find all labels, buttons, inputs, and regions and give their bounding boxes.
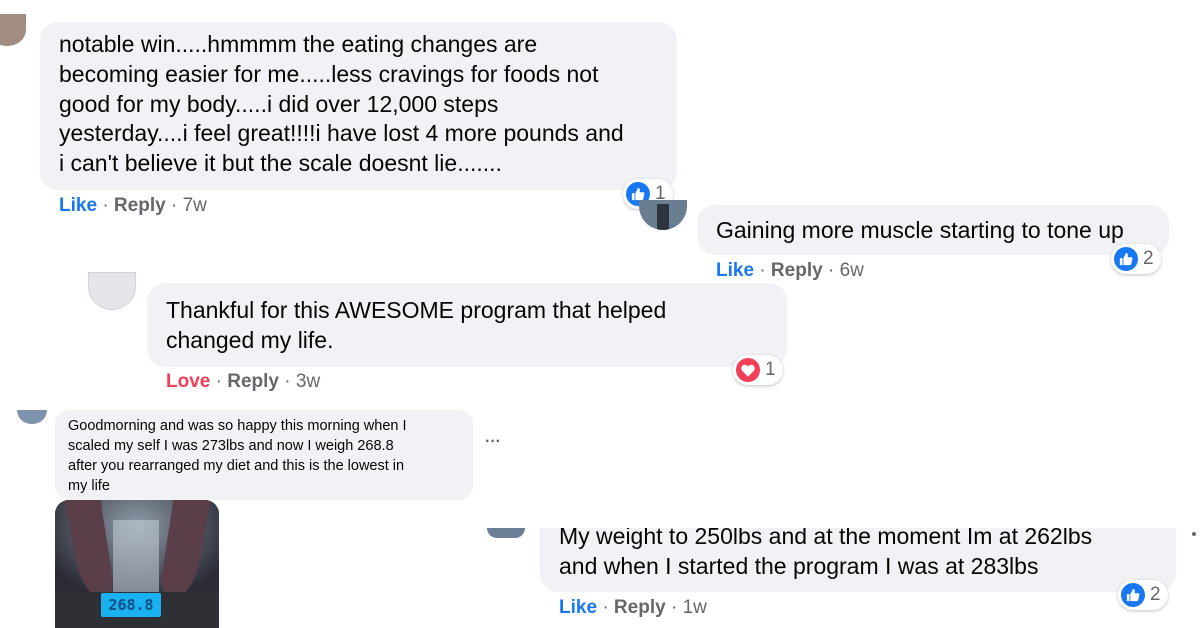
separator: ·	[284, 371, 296, 392]
like-button[interactable]: Like	[59, 195, 97, 216]
timestamp[interactable]: 6w	[840, 260, 864, 281]
more-options-button[interactable]	[1192, 532, 1196, 536]
comment-actions: Like · Reply · 1w	[559, 597, 707, 619]
avatar[interactable]	[487, 528, 525, 538]
like-button[interactable]: Like	[716, 260, 754, 281]
scale-display: 268.8	[101, 593, 161, 617]
reaction-summary[interactable]: 2	[1111, 244, 1161, 274]
separator: ·	[102, 195, 114, 216]
avatar[interactable]	[0, 14, 26, 46]
like-icon	[1114, 247, 1138, 271]
separator: ·	[215, 371, 228, 392]
love-icon	[736, 358, 760, 382]
comment-actions: Like · Reply · 7w	[59, 195, 207, 217]
avatar[interactable]	[88, 272, 136, 310]
avatar[interactable]	[639, 200, 687, 230]
separator: ·	[602, 597, 614, 618]
reaction-count: 1	[765, 359, 776, 380]
comment-text: Gaining more muscle starting to tone up	[716, 217, 1124, 243]
timestamp[interactable]: 3w	[296, 371, 320, 392]
reply-button[interactable]: Reply	[227, 371, 279, 392]
separator: ·	[670, 597, 683, 618]
scale-reading: 268.8	[108, 596, 154, 614]
timestamp[interactable]: 1w	[683, 597, 707, 618]
comment-text: notable win.....hmmmm the eating changes…	[59, 31, 624, 177]
reply-button[interactable]: Reply	[114, 195, 166, 216]
comment-text: Thankful for this AWESOME program that h…	[166, 297, 667, 353]
like-icon	[1121, 583, 1145, 607]
comment-photo[interactable]: 268.8	[55, 500, 219, 628]
reply-button[interactable]: Reply	[771, 260, 823, 281]
separator: ·	[827, 260, 840, 281]
reaction-summary[interactable]: 2	[1118, 580, 1168, 610]
comment-bubble: Goodmorning and was so happy this mornin…	[55, 410, 473, 500]
timestamp[interactable]: 7w	[183, 195, 207, 216]
comment-actions: Love · Reply · 3w	[166, 371, 320, 393]
comment-actions: Like · Reply · 6w	[716, 260, 864, 282]
reaction-summary[interactable]: 1	[733, 355, 783, 385]
love-button[interactable]: Love	[166, 371, 210, 392]
comment-bubble: My weight to 250lbs and at the moment Im…	[540, 528, 1176, 592]
reaction-count: 2	[1150, 584, 1161, 605]
separator: ·	[759, 260, 771, 281]
comment-bubble: Thankful for this AWESOME program that h…	[147, 283, 787, 367]
more-options-button[interactable]: ···	[485, 433, 501, 451]
reaction-count: 2	[1143, 248, 1154, 269]
avatar[interactable]	[17, 410, 47, 424]
like-button[interactable]: Like	[559, 597, 597, 618]
separator: ·	[170, 195, 183, 216]
comment-text: My weight to 250lbs and at the moment Im…	[559, 528, 1093, 579]
reply-button[interactable]: Reply	[614, 597, 666, 618]
comment-bubble: Gaining more muscle starting to tone up	[697, 205, 1169, 255]
comment-bubble: notable win.....hmmmm the eating changes…	[40, 22, 677, 190]
comment-text: Goodmorning and was so happy this mornin…	[68, 418, 407, 494]
